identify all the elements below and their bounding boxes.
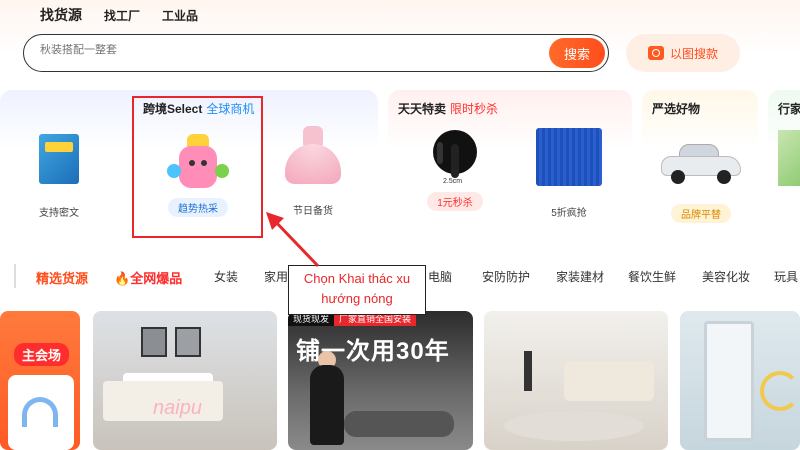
headphone-icon (22, 397, 58, 427)
card-title-partial[interactable]: 行家 (778, 100, 800, 117)
product-label: 支持密文 (39, 208, 79, 219)
hook-image: 2.5cm (427, 126, 483, 186)
card-curated: 严选好物 品牌平替 (642, 90, 758, 238)
sofa-image (564, 361, 654, 401)
tile-mirror[interactable] (680, 311, 800, 450)
tile-flooring[interactable]: 现货现发 厂家直销全国安装 铺一次用30年 (288, 311, 473, 450)
lamp-image (524, 351, 532, 391)
one-yuan-pill: 1元秒杀 (427, 192, 483, 211)
category-toys[interactable]: 玩具 (774, 268, 798, 285)
category-building[interactable]: 家装建材 (556, 268, 604, 285)
towel-image (536, 128, 602, 186)
camera-icon (647, 46, 664, 60)
floor-roll (344, 411, 454, 437)
category-home[interactable]: 家用 (264, 268, 288, 285)
product-brand-alternative[interactable]: 品牌平替 (656, 142, 746, 223)
size-caption: 2.5cm (443, 178, 463, 185)
search-button[interactable]: 搜索 (549, 38, 605, 68)
model-figure (310, 365, 344, 445)
annotation-callout: Chọn Khai thác xu hướng nóng (288, 265, 426, 315)
tile-living-room[interactable] (484, 311, 668, 450)
partial-card-image (778, 130, 800, 186)
product-label: 节日备货 (293, 206, 333, 217)
search-input[interactable] (40, 44, 520, 56)
product-one-yuan[interactable]: 2.5cm 1元秒杀 (410, 126, 500, 211)
search-bar: 搜索 (23, 34, 609, 72)
product-label: 5折疯抢 (551, 208, 587, 219)
category-hot-label: 全网爆品 (130, 271, 183, 286)
tab-find-factory[interactable]: 找工厂 (104, 7, 140, 24)
tab-industrial[interactable]: 工业品 (162, 7, 198, 24)
product-secret-card[interactable]: 支持密文 (24, 134, 94, 219)
top-tabs: 找货源 找工厂 工业品 (40, 5, 198, 25)
image-search-button[interactable]: 以图搜款 (626, 34, 740, 72)
wall-frame (175, 327, 201, 357)
car-image (661, 142, 741, 184)
rug-image (504, 411, 644, 441)
mirror-image (704, 321, 754, 441)
wall-frame (141, 327, 167, 357)
category-computer[interactable]: 电脑 (428, 268, 452, 285)
card-title-curated[interactable]: 严选好物 (652, 100, 700, 117)
card-title-daily-deals[interactable]: 天天特卖 限时秒杀 (398, 100, 498, 117)
category-featured[interactable]: 精选货源 (36, 268, 88, 287)
category-beauty[interactable]: 美容化妆 (702, 268, 750, 285)
highlight-box (132, 96, 263, 238)
category-food[interactable]: 餐饮生鲜 (628, 268, 676, 285)
image-search-label: 以图搜款 (669, 46, 718, 61)
tab-find-source[interactable]: 找货源 (40, 5, 82, 25)
tile-main-venue[interactable]: 主会场 (0, 311, 80, 450)
category-hot[interactable]: 🔥全网爆品 (114, 268, 182, 287)
header-area: 找货源 找工厂 工业品 搜索 以图搜款 (0, 0, 800, 90)
watermark: naipu (153, 397, 202, 419)
product-holiday-stock[interactable]: 节日备货 (278, 124, 348, 217)
arc-decoration (760, 371, 800, 411)
card-daily-deals: 天天特卖 限时秒杀 2.5cm 1元秒杀 5折疯抢 (388, 90, 632, 238)
feature-cards: 跨境Select 全球商机 支持密文 趋势热采 节日备货 天天特卖 限时秒杀 2.5… (0, 90, 800, 240)
main-venue-badge: 主会场 (14, 343, 70, 366)
product-half-price[interactable]: 5折疯抢 (524, 128, 614, 219)
tile-bedroom[interactable]: naipu (93, 311, 277, 450)
category-divider (14, 264, 16, 288)
card-title: 天天特卖 (398, 102, 447, 116)
headphone-card (8, 375, 74, 450)
category-women[interactable]: 女装 (214, 268, 238, 285)
brand-alternative-pill: 品牌平替 (671, 204, 731, 223)
category-security[interactable]: 安防防护 (482, 268, 530, 285)
card-subtitle: 限时秒杀 (450, 102, 499, 116)
dress-image (283, 124, 343, 186)
book-image (39, 134, 79, 184)
card-partial: 行家 (768, 90, 800, 238)
